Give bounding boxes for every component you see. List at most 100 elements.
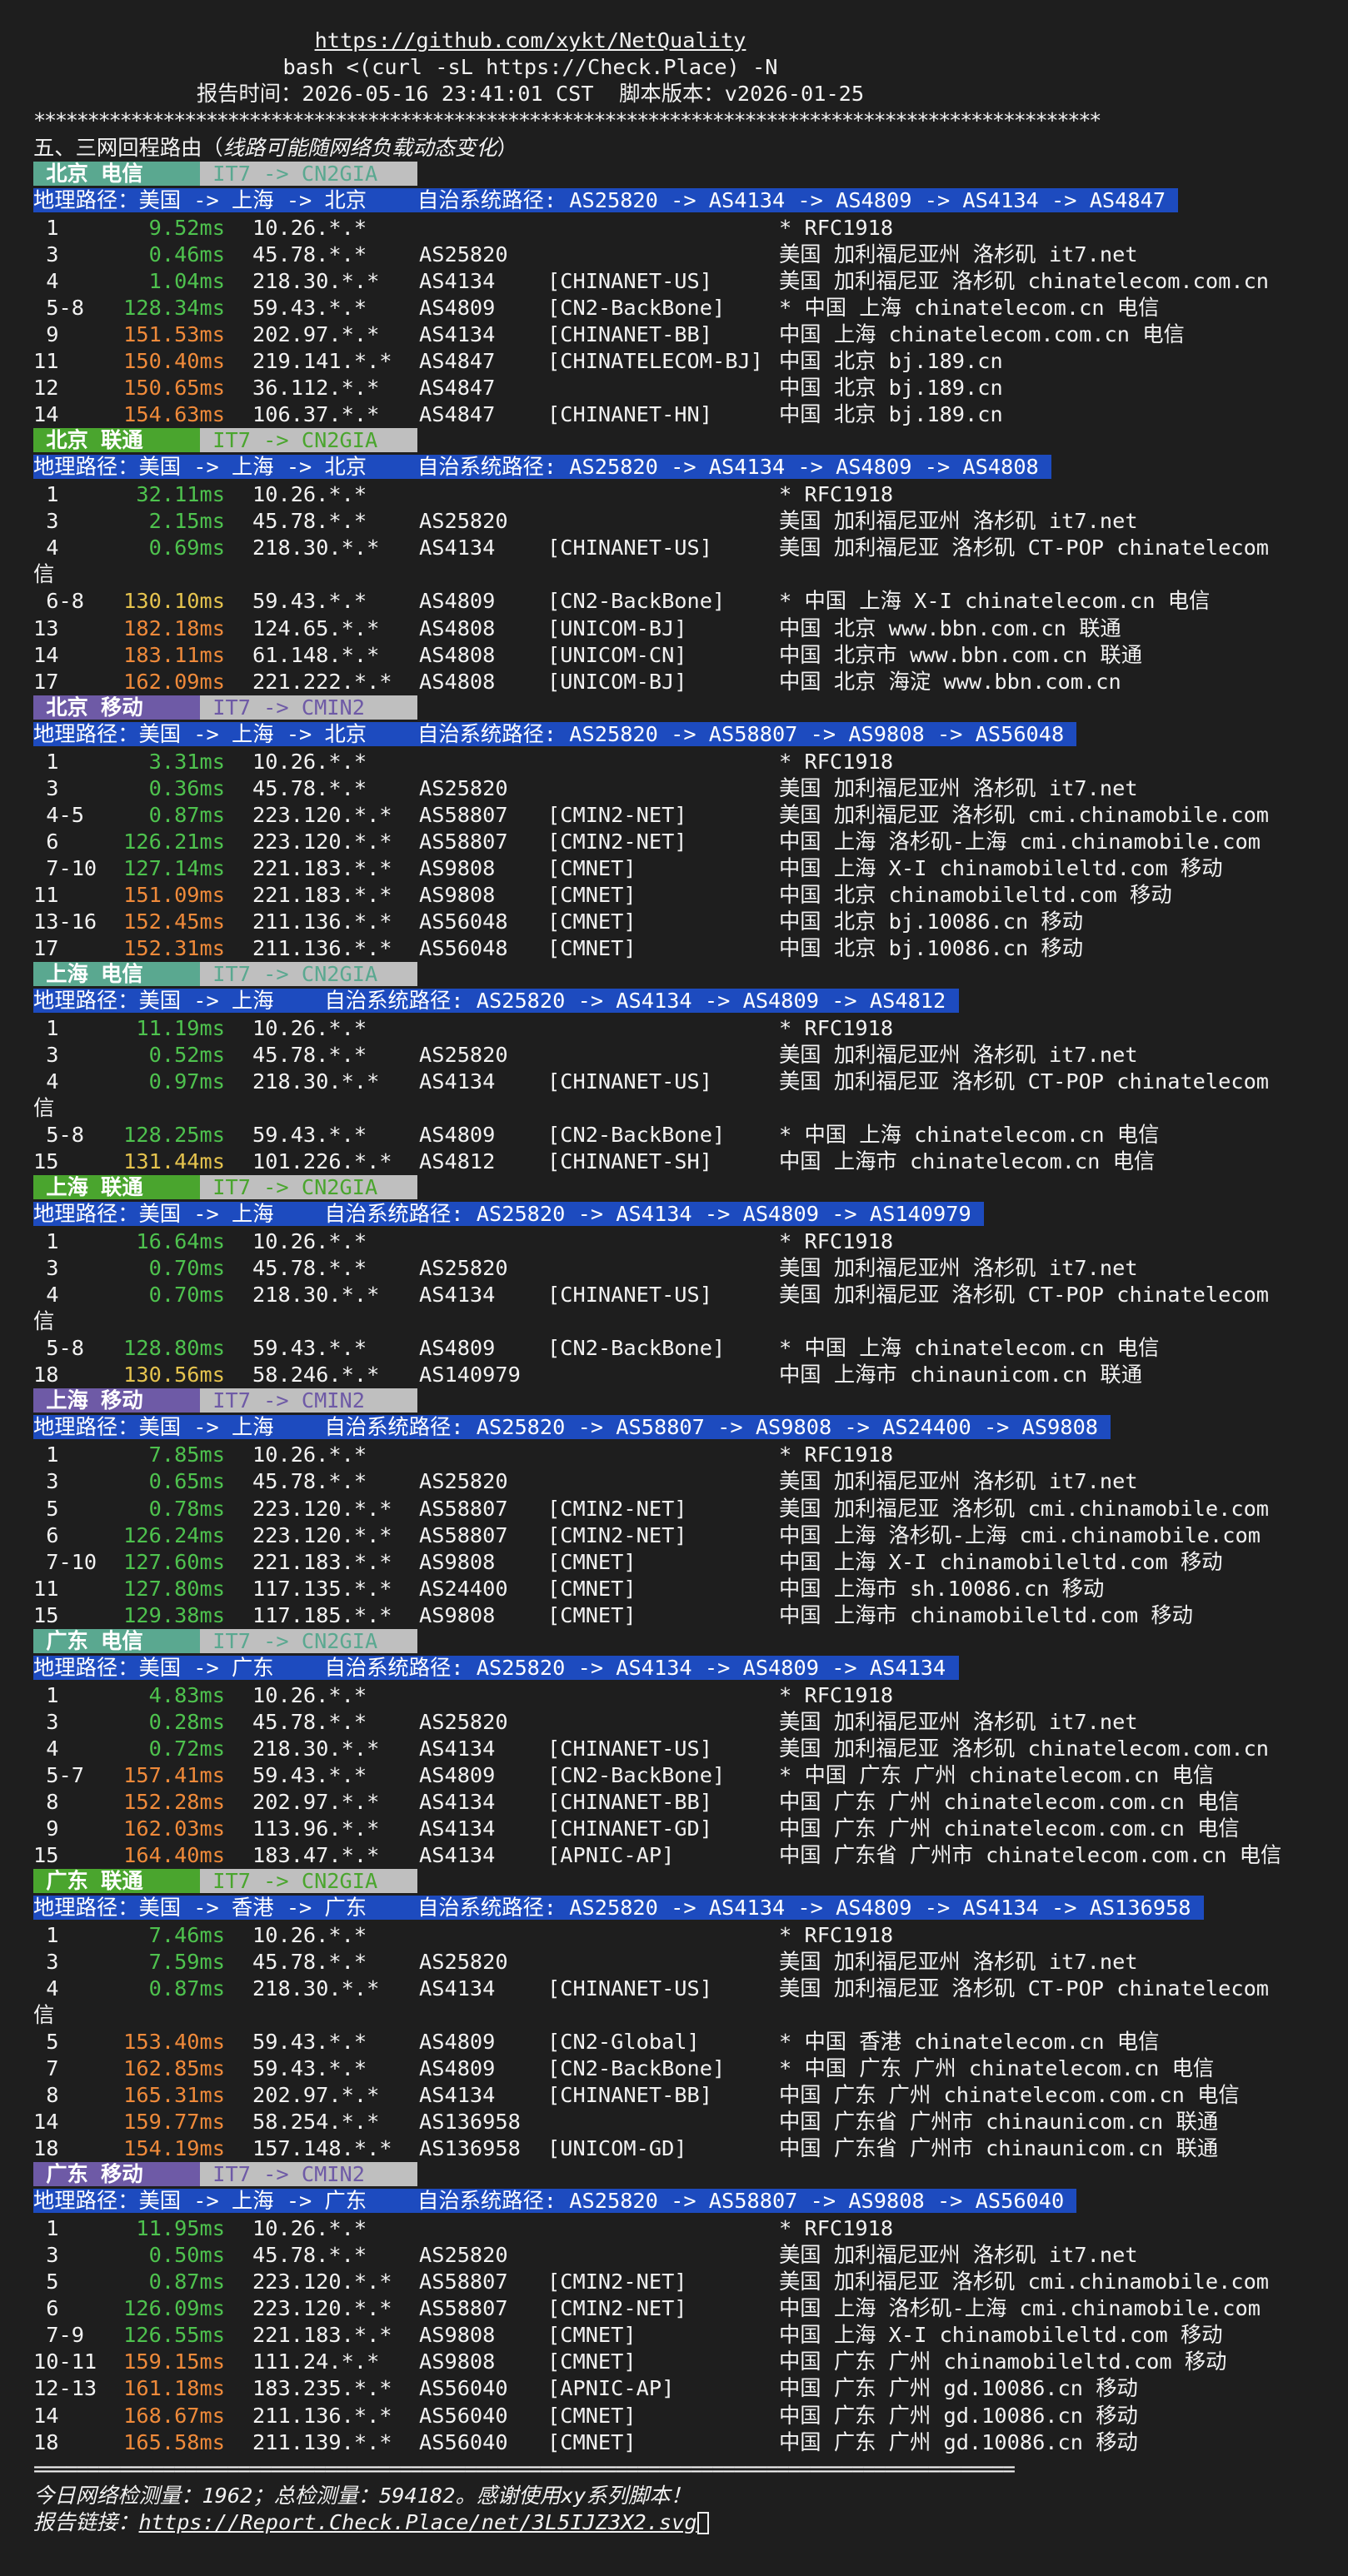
org-tag: [CMNET]: [547, 2403, 637, 2428]
hop-row: 3 0.70ms 45.78.*.* AS25820 美国 加利福尼亚州 洛杉矶 it7…: [0, 1255, 1348, 1282]
asn: AS9808: [419, 2323, 496, 2348]
location: * 中国 上海 chinatelecom.cn 电信: [779, 296, 1160, 321]
hop-number: 3: [33, 1042, 59, 1067]
hop-number: 17: [33, 935, 59, 960]
asn: AS56040: [419, 2376, 508, 2401]
latency: 0.97ms: [148, 1069, 225, 1094]
ip-address: 101.226.*.*: [252, 1149, 392, 1174]
route-type: IT7 -> CN2GIA: [200, 1175, 417, 1200]
hop-number: 7: [33, 2056, 59, 2081]
latency: 152.28ms: [123, 1789, 225, 1814]
location: * RFC1918: [779, 482, 894, 507]
terminal-cursor: [696, 2512, 709, 2535]
org-tag: [CHINANET-US]: [547, 536, 712, 561]
hop-row: 3 0.28ms 45.78.*.* AS25820 美国 加利福尼亚州 洛杉矶 it7…: [0, 1709, 1348, 1736]
hop-number: 12: [33, 376, 59, 401]
location: * 中国 上海 chinatelecom.cn 电信: [779, 1336, 1160, 1361]
report-link[interactable]: https://Report.Check.Place/net/3L5IJZ3X2…: [139, 2510, 697, 2534]
hop-number: 14: [33, 2110, 59, 2135]
org-tag: [APNIC-AP]: [547, 1842, 675, 1867]
asn: AS4809: [419, 1123, 496, 1148]
github-url[interactable]: https://github.com/xykt/NetQuality: [0, 27, 1061, 54]
latency: 0.87ms: [148, 1976, 225, 2001]
ip-address: 10.26.*.*: [252, 216, 367, 241]
hop-number: 1: [33, 1442, 59, 1467]
hop-number: 3: [33, 242, 59, 267]
ip-address: 113.96.*.*: [252, 1816, 380, 1841]
hop-number: 5: [33, 2030, 59, 2055]
asn: AS56040: [419, 2403, 508, 2428]
org-tag: [CMIN2-NET]: [547, 2270, 687, 2294]
region-header: 广东 电信 IT7 -> CN2GIA: [33, 1628, 417, 1656]
location: 美国 加利福尼亚州 洛杉矶 it7.net: [779, 242, 1138, 267]
ip-address: 45.78.*.*: [252, 1709, 367, 1734]
latency: 150.65ms: [123, 376, 225, 401]
hop-row: 9 162.03ms 113.96.*.* AS4134 [CHINANET-GD] 中国…: [0, 1816, 1348, 1842]
location: 美国 加利福尼亚 洛杉矶 CT-POP chinatelecom: [779, 1069, 1270, 1094]
route-type: IT7 -> CN2GIA: [200, 1868, 417, 1893]
hop-row: 18 154.19ms 157.148.*.* AS136958 [UNICOM-GD]…: [0, 2135, 1348, 2162]
equals-separator: ========================================…: [33, 2456, 1016, 2481]
geo-path-text: 地理路径：美国 -> 上海 -> 北京 自治系统路径: AS25820 -> A…: [33, 455, 1052, 480]
hop-number: 1: [33, 482, 59, 507]
org-tag: [CHINANET-US]: [547, 1736, 712, 1761]
latency: 0.28ms: [148, 1709, 225, 1734]
geo-path-text: 地理路径：美国 -> 广东 自治系统路径: AS25820 -> AS4134 …: [33, 1655, 959, 1680]
asn: AS25820: [419, 1950, 508, 1974]
hop-number: 6: [33, 2296, 59, 2321]
ip-address: 223.120.*.*: [252, 802, 392, 827]
org-tag: [CHINANET-BB]: [547, 322, 712, 347]
hop-number: 11: [33, 882, 59, 907]
hop-row: 8 165.31ms 202.97.*.* AS4134 [CHINANET-BB] 中国…: [0, 2082, 1348, 2109]
ip-address: 59.43.*.*: [252, 296, 367, 321]
org-tag: [CHINANET-US]: [547, 1069, 712, 1094]
hop-row: 7-10 127.60ms 221.183.*.* AS9808 [CMNET] 中国 上…: [0, 1549, 1348, 1576]
location: 美国 加利福尼亚 洛杉矶 cmi.chinamobile.com: [779, 2270, 1270, 2294]
hop-number: 8: [33, 2083, 59, 2108]
hop-row: 1 11.95ms 10.26.*.* * RFC1918: [0, 2215, 1348, 2242]
ip-address: 202.97.*.*: [252, 322, 380, 347]
hop-number: 5-7: [33, 1762, 84, 1787]
location: 中国 广东 广州 chinamobileltd.com 移动: [779, 2349, 1227, 2374]
location: * RFC1918: [779, 1229, 894, 1254]
hop-row: 18 130.56ms 58.246.*.* AS140979 中国 上海市 china…: [0, 1362, 1348, 1388]
hop-row: 6 126.21ms 223.120.*.* AS58807 [CMIN2-NET] 中国…: [0, 829, 1348, 855]
hop-number: 4: [33, 1283, 59, 1308]
hop-row: 17 152.31ms 211.136.*.* AS56048 [CMNET] 中国 北京…: [0, 935, 1348, 962]
wrapped-text: 信: [33, 1096, 55, 1121]
hop-number: 15: [33, 1842, 59, 1867]
region-name: 上海 移动: [33, 1388, 200, 1413]
latency: 152.45ms: [123, 909, 225, 934]
geo-path-text: 地理路径：美国 -> 上海 自治系统路径: AS25820 -> AS58807…: [33, 1415, 1111, 1440]
route-type: IT7 -> CN2GIA: [200, 162, 417, 186]
asn: AS4134: [419, 1816, 496, 1841]
hop-row: 5 153.40ms 59.43.*.* AS4809 [CN2-Global] * 中国…: [0, 2029, 1348, 2055]
hop-number: 6: [33, 1522, 59, 1547]
geo-path-bar: 地理路径：美国 -> 上海 -> 北京 自治系统路径: AS25820 -> A…: [33, 721, 1077, 749]
geo-path-text: 地理路径：美国 -> 上海 -> 广东 自治系统路径: AS25820 -> A…: [33, 2189, 1077, 2214]
ip-address: 10.26.*.*: [252, 482, 367, 507]
ip-address: 202.97.*.*: [252, 1789, 380, 1814]
latency: 152.31ms: [123, 935, 225, 960]
location: 中国 上海市 chinamobileltd.com 移动: [779, 1602, 1193, 1627]
org-tag: [CHINANET-US]: [547, 1976, 712, 2001]
region-header: 广东 移动 IT7 -> CMIN2: [33, 2162, 417, 2189]
ip-address: 45.78.*.*: [252, 1256, 367, 1281]
command-line: bash <(curl -sL https://Check.Place) -N: [282, 55, 778, 79]
ip-address: 10.26.*.*: [252, 1922, 367, 1947]
latency: 2.15ms: [148, 509, 225, 534]
latency: 0.87ms: [148, 2270, 225, 2294]
hop-row: 5 0.87ms 223.120.*.* AS58807 [CMIN2-NET] 美国 加…: [0, 2269, 1348, 2295]
asn: AS9808: [419, 882, 496, 907]
location: * RFC1918: [779, 1682, 894, 1707]
location: 美国 加利福尼亚州 洛杉矶 it7.net: [779, 1469, 1138, 1494]
hop-row: 7 162.85ms 59.43.*.* AS4809 [CN2-BackBone] * …: [0, 2055, 1348, 2082]
region-name: 广东 联通: [33, 1868, 200, 1893]
asn: AS56048: [419, 909, 508, 934]
location: 中国 北京 海淀 www.bbn.com.cn: [779, 669, 1121, 694]
asn: AS140979: [419, 1363, 521, 1388]
asn: AS9808: [419, 1602, 496, 1627]
hop-number: 3: [33, 2243, 59, 2268]
hop-number: 7-9: [33, 2323, 84, 2348]
ip-address: 183.235.*.*: [252, 2376, 392, 2401]
